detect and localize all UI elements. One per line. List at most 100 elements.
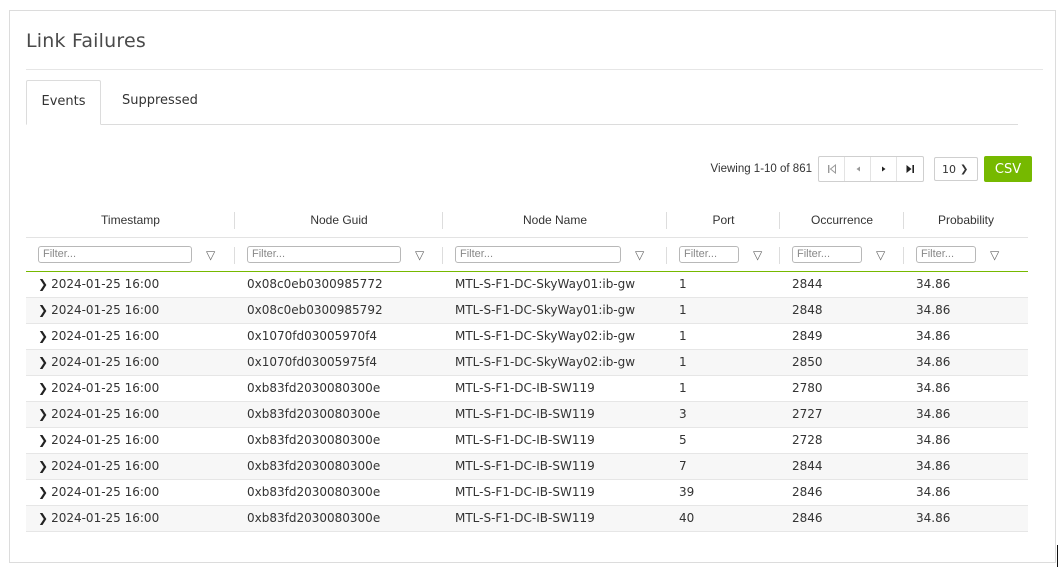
- chevron-right-icon[interactable]: ❯: [38, 428, 48, 453]
- cell-timestamp: ❯ 2024-01-25 16:00: [26, 428, 235, 453]
- table-row[interactable]: ❯ 2024-01-25 16:00 0xb83fd2030080300e MTL-S…: [26, 480, 1028, 506]
- filter-funnel-icon[interactable]: ▽: [876, 248, 885, 262]
- cell-node-guid: 0xb83fd2030080300e: [247, 459, 381, 473]
- filter-input-occurrence[interactable]: Filter...: [792, 246, 862, 263]
- title-divider: [26, 69, 1043, 70]
- cell-node-guid: 0x1070fd03005970f4: [247, 329, 378, 343]
- table-row[interactable]: ❯ 2024-01-25 16:00 0x08c0eb0300985792 MTL-S…: [26, 298, 1028, 324]
- cell-timestamp: ❯ 2024-01-25 16:00: [26, 324, 235, 349]
- chevron-right-icon[interactable]: ❯: [38, 454, 48, 479]
- cell-node-name: MTL-S-F1-DC-SkyWay01:ib-gw: [455, 303, 636, 317]
- table-row[interactable]: ❯ 2024-01-25 16:00 0xb83fd2030080300e MTL-S…: [26, 428, 1028, 454]
- table-row[interactable]: ❯ 2024-01-25 16:00 0xb83fd2030080300e MTL-S…: [26, 454, 1028, 480]
- cell-occurrence: 2846: [792, 511, 823, 525]
- filter-funnel-icon[interactable]: ▽: [635, 248, 644, 262]
- events-table: Timestamp Node Guid Node Name Port Occur…: [26, 202, 1028, 532]
- chevron-right-icon[interactable]: ❯: [38, 402, 48, 427]
- cell-node-guid: 0xb83fd2030080300e: [247, 511, 381, 525]
- cell-timestamp: ❯ 2024-01-25 16:00: [26, 506, 235, 531]
- column-header-node-guid[interactable]: Node Guid: [235, 202, 443, 237]
- cell-probability: 34.86: [916, 303, 951, 317]
- cell-port: 7: [679, 459, 687, 473]
- table-row[interactable]: ❯ 2024-01-25 16:00 0x08c0eb0300985772 MTL-S…: [26, 272, 1028, 298]
- table-row[interactable]: ❯ 2024-01-25 16:00 0xb83fd2030080300e MTL-S…: [26, 402, 1028, 428]
- filter-funnel-icon[interactable]: ▽: [990, 248, 999, 262]
- chevron-right-icon[interactable]: ❯: [38, 376, 48, 401]
- timestamp-value: 2024-01-25 16:00: [51, 433, 160, 447]
- tab-bar: Events Suppressed: [26, 80, 1018, 125]
- table-body: ❯ 2024-01-25 16:00 0x08c0eb0300985772 MTL-S…: [26, 272, 1028, 532]
- csv-export-button[interactable]: CSV: [984, 156, 1032, 182]
- cell-timestamp: ❯ 2024-01-25 16:00: [26, 298, 235, 323]
- timestamp-value: 2024-01-25 16:00: [51, 355, 160, 369]
- prev-page-button[interactable]: [845, 157, 871, 181]
- column-header-timestamp[interactable]: Timestamp: [26, 202, 235, 237]
- cell-port: 3: [679, 407, 687, 421]
- filter-funnel-icon[interactable]: ▽: [206, 248, 215, 262]
- tab-suppressed[interactable]: Suppressed: [108, 80, 212, 124]
- prev-page-icon: [856, 166, 860, 172]
- filter-input-timestamp[interactable]: Filter...: [38, 246, 192, 263]
- cell-occurrence: 2850: [792, 355, 823, 369]
- table-row[interactable]: ❯ 2024-01-25 16:00 0x1070fd03005970f4 MTL-S…: [26, 324, 1028, 350]
- last-page-icon: [906, 165, 914, 173]
- first-page-icon: [827, 164, 836, 174]
- next-page-button[interactable]: [871, 157, 897, 181]
- timestamp-value: 2024-01-25 16:00: [51, 407, 160, 421]
- filter-cell-probability: Filter... ▽: [904, 238, 1028, 272]
- cell-probability: 34.86: [916, 355, 951, 369]
- filter-input-node-guid[interactable]: Filter...: [247, 246, 401, 263]
- timestamp-value: 2024-01-25 16:00: [51, 329, 160, 343]
- chevron-right-icon[interactable]: ❯: [38, 350, 48, 375]
- cell-occurrence: 2848: [792, 303, 823, 317]
- filter-input-port[interactable]: Filter...: [679, 246, 739, 263]
- timestamp-value: 2024-01-25 16:00: [51, 459, 160, 473]
- cell-node-name: MTL-S-F1-DC-SkyWay02:ib-gw: [455, 329, 636, 343]
- column-header-probability[interactable]: Probability: [904, 202, 1028, 237]
- filter-input-probability[interactable]: Filter...: [916, 246, 976, 263]
- cell-occurrence: 2844: [792, 277, 823, 291]
- table-row[interactable]: ❯ 2024-01-25 16:00 0xb83fd2030080300e MTL-S…: [26, 376, 1028, 402]
- filter-cell-port: Filter... ▽: [667, 238, 780, 272]
- cell-probability: 34.86: [916, 459, 951, 473]
- chevron-right-icon[interactable]: ❯: [38, 324, 48, 349]
- cell-port: 1: [679, 355, 687, 369]
- chevron-right-icon[interactable]: ❯: [38, 480, 48, 505]
- chevron-down-icon: ❯: [960, 163, 969, 175]
- table-row[interactable]: ❯ 2024-01-25 16:00 0x1070fd03005975f4 MTL-S…: [26, 350, 1028, 376]
- cell-node-guid: 0xb83fd2030080300e: [247, 485, 381, 499]
- tab-events[interactable]: Events: [26, 80, 101, 125]
- filter-funnel-icon[interactable]: ▽: [753, 248, 762, 262]
- filter-funnel-icon[interactable]: ▽: [415, 248, 424, 262]
- cell-port: 1: [679, 277, 687, 291]
- panel-title: Link Failures: [26, 30, 146, 52]
- filter-cell-timestamp: Filter... ▽: [26, 238, 235, 272]
- cell-occurrence: 2849: [792, 329, 823, 343]
- cell-node-name: MTL-S-F1-DC-IB-SW119: [455, 485, 595, 499]
- filter-input-node-name[interactable]: Filter...: [455, 246, 621, 263]
- table-row[interactable]: ❯ 2024-01-25 16:00 0xb83fd2030080300e MTL-S…: [26, 506, 1028, 532]
- column-header-occurrence[interactable]: Occurrence: [780, 202, 904, 237]
- cell-port: 1: [679, 303, 687, 317]
- column-header-port[interactable]: Port: [667, 202, 780, 237]
- chevron-right-icon[interactable]: ❯: [38, 272, 48, 297]
- first-page-button[interactable]: [819, 157, 845, 181]
- table-toolbar: Viewing 1-10 of 861 10 ❯ CSV: [711, 156, 1032, 182]
- filter-cell-occurrence: Filter... ▽: [780, 238, 904, 272]
- cell-timestamp: ❯ 2024-01-25 16:00: [26, 480, 235, 505]
- page-size-select[interactable]: 10 ❯: [934, 157, 978, 181]
- cell-occurrence: 2727: [792, 407, 823, 421]
- cell-port: 1: [679, 329, 687, 343]
- filter-cell-node-name: Filter... ▽: [443, 238, 667, 272]
- filter-row: Filter... ▽ Filter... ▽ Filter... ▽ Filt…: [26, 238, 1028, 272]
- cell-port: 39: [679, 485, 695, 499]
- cell-node-guid: 0xb83fd2030080300e: [247, 433, 381, 447]
- cell-occurrence: 2844: [792, 459, 823, 473]
- cell-probability: 34.86: [916, 329, 951, 343]
- column-header-node-name[interactable]: Node Name: [443, 202, 667, 237]
- last-page-button[interactable]: [897, 157, 923, 181]
- table-header-row: Timestamp Node Guid Node Name Port Occur…: [26, 202, 1028, 238]
- chevron-right-icon[interactable]: ❯: [38, 506, 48, 531]
- cell-probability: 34.86: [916, 511, 951, 525]
- chevron-right-icon[interactable]: ❯: [38, 298, 48, 323]
